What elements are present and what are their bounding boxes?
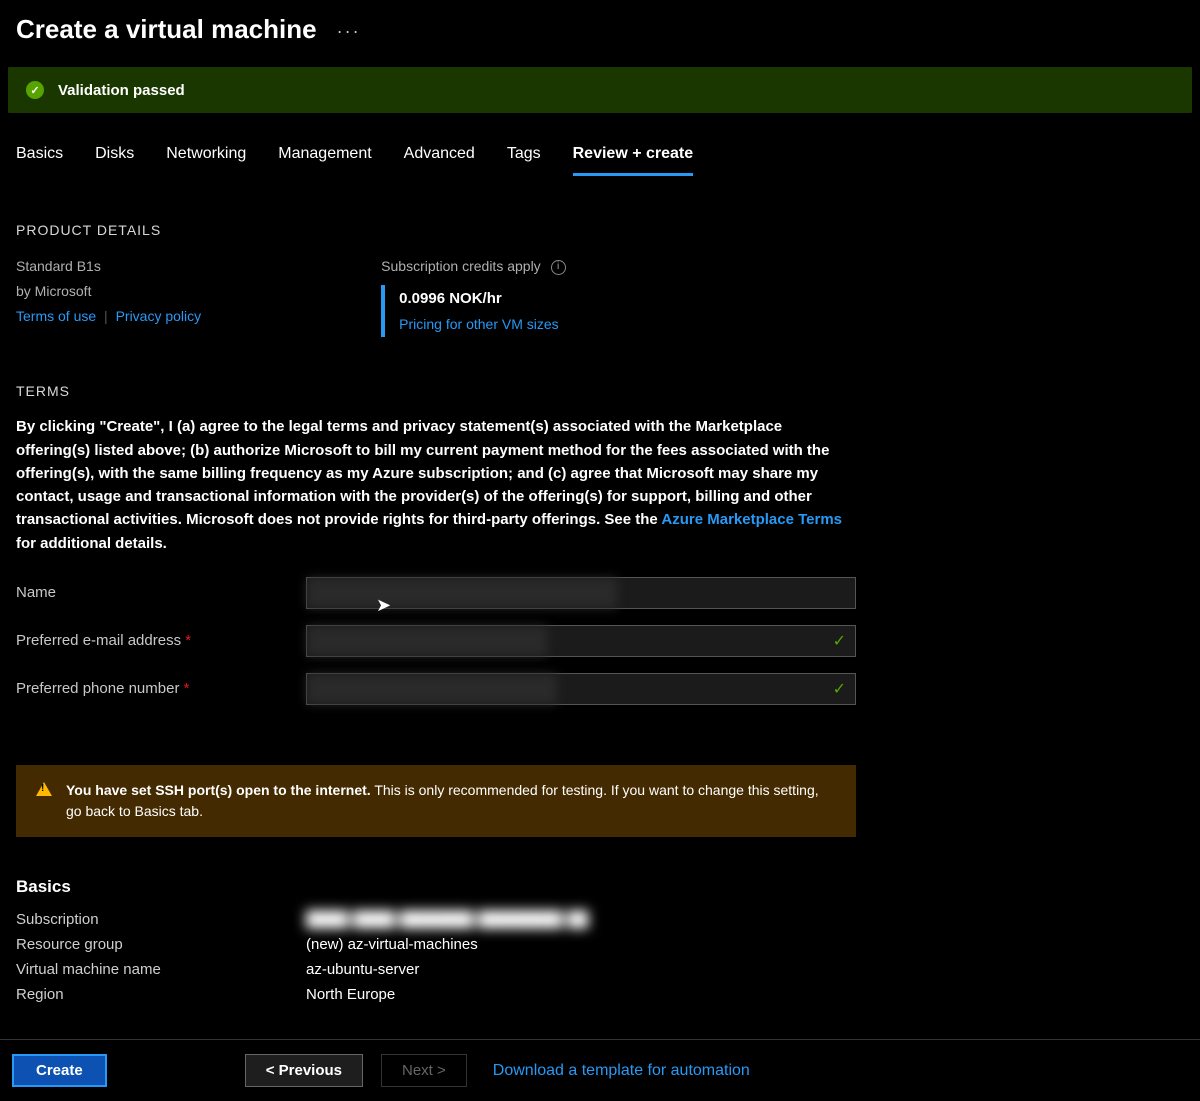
summary-value-resource-group: (new) az-virtual-machines xyxy=(306,936,1184,953)
basics-summary: Subscription ████ ████ ███████ ████████ … xyxy=(0,911,1200,1003)
email-input[interactable] xyxy=(306,625,856,657)
basics-heading: Basics xyxy=(0,837,1200,911)
credits-text: Subscription credits apply i xyxy=(381,254,565,279)
name-input[interactable] xyxy=(306,577,856,609)
email-label: Preferred e-mail address * xyxy=(16,632,306,649)
previous-button[interactable]: < Previous xyxy=(245,1054,363,1087)
summary-value-subscription: ████ ████ ███████ ████████ ██ xyxy=(306,911,1184,928)
summary-value-vm-name: az-ubuntu-server xyxy=(306,961,1184,978)
validation-banner: ✓ Validation passed xyxy=(8,67,1192,113)
phone-input[interactable] xyxy=(306,673,856,705)
privacy-policy-link[interactable]: Privacy policy xyxy=(116,308,202,324)
wizard-tabs: Basics Disks Networking Management Advan… xyxy=(0,113,1200,176)
tab-tags[interactable]: Tags xyxy=(507,145,541,176)
name-label: Name xyxy=(16,584,306,601)
info-icon[interactable]: i xyxy=(551,260,566,275)
product-price: 0.0996 NOK/hr xyxy=(399,285,565,312)
validation-text: Validation passed xyxy=(58,82,185,99)
ssh-warning-banner: You have set SSH port(s) open to the int… xyxy=(16,765,856,837)
warning-icon xyxy=(36,782,52,796)
more-icon[interactable]: ··· xyxy=(337,17,361,42)
tab-advanced[interactable]: Advanced xyxy=(404,145,475,176)
wizard-footer: Create < Previous Next > Download a temp… xyxy=(0,1039,1200,1101)
summary-label-vm-name: Virtual machine name xyxy=(16,961,306,978)
page-title: Create a virtual machine xyxy=(16,14,317,45)
marketplace-terms-link[interactable]: Azure Marketplace Terms xyxy=(661,511,842,528)
link-separator: | xyxy=(100,308,112,324)
summary-value-region: North Europe xyxy=(306,986,1184,1003)
summary-label-region: Region xyxy=(16,986,306,1003)
terms-heading: TERMS xyxy=(16,383,1184,399)
tab-basics[interactable]: Basics xyxy=(16,145,63,176)
pricing-link[interactable]: Pricing for other VM sizes xyxy=(399,312,565,337)
terms-text: By clicking "Create", I (a) agree to the… xyxy=(16,415,856,555)
create-button[interactable]: Create xyxy=(12,1054,107,1087)
tab-management[interactable]: Management xyxy=(278,145,371,176)
summary-label-subscription: Subscription xyxy=(16,911,306,928)
name-input-wrap: ➤ xyxy=(306,577,856,609)
check-icon: ✓ xyxy=(26,81,44,99)
tab-disks[interactable]: Disks xyxy=(95,145,134,176)
product-details-heading: PRODUCT DETAILS xyxy=(16,222,1184,238)
summary-label-resource-group: Resource group xyxy=(16,936,306,953)
tab-networking[interactable]: Networking xyxy=(166,145,246,176)
download-template-link[interactable]: Download a template for automation xyxy=(493,1062,750,1080)
phone-input-wrap xyxy=(306,673,856,705)
tab-review-create[interactable]: Review + create xyxy=(573,145,694,176)
product-sku: Standard B1s xyxy=(16,254,201,279)
warning-strong: You have set SSH port(s) open to the int… xyxy=(66,782,371,798)
next-button: Next > xyxy=(381,1054,467,1087)
phone-label: Preferred phone number * xyxy=(16,680,306,697)
email-input-wrap xyxy=(306,625,856,657)
terms-of-use-link[interactable]: Terms of use xyxy=(16,308,96,324)
product-vendor: by Microsoft xyxy=(16,279,201,304)
